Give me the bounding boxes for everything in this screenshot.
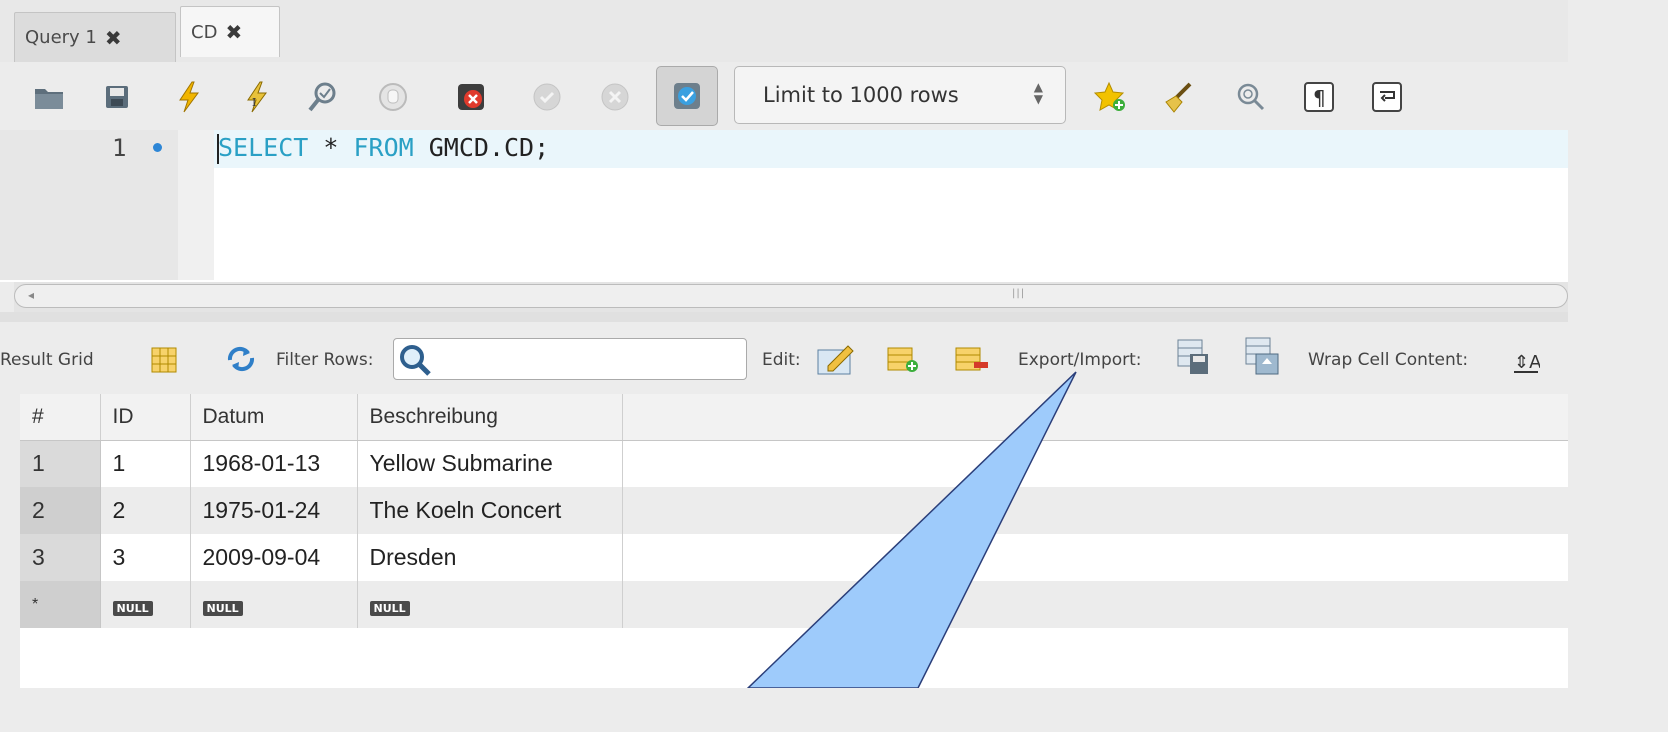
column-header-datum[interactable]: Datum [190, 394, 358, 441]
tab-cd[interactable]: CD ✖ [180, 6, 280, 57]
table-row[interactable]: 1 1 1968-01-13 Yellow Submarine [20, 440, 1568, 487]
row-filler [622, 534, 1568, 581]
export-import-label: Export/Import: [1018, 350, 1142, 370]
line-number: 1 [112, 134, 127, 162]
scrollbar-track[interactable] [14, 284, 1568, 308]
open-folder-icon[interactable] [32, 80, 66, 114]
null-badge: NULL [369, 601, 410, 616]
edit-cell-icon[interactable] [816, 338, 854, 375]
fold-margin [178, 130, 214, 280]
grid-header-row: # ID Datum Beschreibung [20, 394, 1568, 441]
sql-keyword: FROM [353, 133, 414, 162]
tab-label: Query 1 [25, 27, 97, 48]
filter-rows-input[interactable] [393, 338, 747, 380]
sql-table-ref: GMCD.CD; [413, 133, 550, 162]
text-caret [217, 134, 219, 164]
tab-query-1[interactable]: Query 1 ✖ [14, 12, 176, 62]
wrap-lines-icon[interactable] [1370, 80, 1404, 114]
cell-datum[interactable]: 1975-01-24 [190, 487, 358, 534]
insert-row-icon[interactable] [886, 346, 920, 380]
rollback-icon[interactable] [598, 80, 632, 114]
row-filler [622, 581, 1568, 628]
cell-id[interactable]: 3 [100, 534, 191, 581]
cell-id[interactable]: 1 [100, 440, 191, 487]
cell-id[interactable]: NULL [100, 581, 191, 628]
wrap-cell-content-label: Wrap Cell Content: [1308, 350, 1469, 370]
toggle-error-icon[interactable] [454, 80, 488, 114]
execute-icon[interactable] [172, 80, 206, 114]
new-row-marker[interactable]: * [20, 581, 101, 628]
close-icon[interactable]: ✖ [225, 20, 242, 44]
svg-text:I: I [252, 96, 256, 109]
result-grid-icon[interactable] [150, 346, 184, 380]
svg-text:⇕A: ⇕A [1514, 352, 1540, 373]
delete-row-icon[interactable] [954, 346, 988, 380]
save-icon[interactable] [100, 80, 134, 114]
wrap-cell-icon[interactable]: ⇕A [1512, 348, 1546, 382]
column-header-id[interactable]: ID [100, 394, 191, 441]
export-icon[interactable] [1176, 338, 1210, 374]
null-badge: NULL [112, 601, 153, 616]
table-row[interactable]: 3 3 2009-09-04 Dresden [20, 534, 1568, 581]
sql-star: * [308, 133, 354, 162]
spinner-arrows-icon: ▲ ▼ [1033, 80, 1043, 106]
table-row[interactable]: 2 2 1975-01-24 The Koeln Concert [20, 487, 1568, 534]
commit-icon[interactable] [530, 80, 564, 114]
search-icon [400, 345, 431, 376]
sql-statement[interactable]: SELECT * FROM GMCD.CD; [218, 133, 549, 162]
row-number[interactable]: 3 [20, 534, 101, 581]
import-icon[interactable] [1244, 336, 1279, 375]
column-header-rownum[interactable]: # [20, 394, 101, 441]
row-number[interactable]: 1 [20, 440, 101, 487]
invisible-chars-icon[interactable]: ¶ [1302, 80, 1336, 114]
tab-label: CD [191, 21, 218, 43]
autocommit-icon[interactable] [656, 66, 718, 126]
limit-rows-select[interactable]: Limit to 1000 rows ▲ ▼ [734, 66, 1066, 124]
sql-editor[interactable]: 1 SELECT * FROM GMCD.CD; [0, 130, 1568, 282]
cell-beschreibung[interactable]: Dresden [357, 534, 623, 581]
statement-marker-icon [153, 143, 162, 152]
stop-icon[interactable] [376, 80, 410, 114]
new-row[interactable]: * NULL NULL NULL [20, 581, 1568, 628]
add-snippet-icon[interactable] [1094, 80, 1128, 114]
find-icon[interactable] [1234, 80, 1268, 114]
cell-datum[interactable]: NULL [190, 581, 358, 628]
column-header-filler [622, 394, 1568, 441]
sql-keyword: SELECT [218, 133, 309, 162]
cell-beschreibung[interactable]: Yellow Submarine [357, 440, 623, 487]
cell-beschreibung[interactable]: The Koeln Concert [357, 487, 623, 534]
grid-empty-area [0, 630, 1568, 688]
beautify-icon[interactable] [1162, 80, 1196, 114]
refresh-icon[interactable] [224, 344, 258, 378]
result-toolbar: Result Grid Filter Rows: Edit: Export/Im… [0, 322, 1568, 394]
cell-datum[interactable]: 1968-01-13 [190, 440, 358, 487]
svg-text:¶: ¶ [1313, 86, 1326, 110]
row-filler [622, 440, 1568, 487]
null-badge: NULL [202, 601, 243, 616]
cell-datum[interactable]: 2009-09-04 [190, 534, 358, 581]
line-number-gutter [0, 130, 178, 280]
result-grid[interactable]: # ID Datum Beschreibung 1 1 1968-01-13 Y… [20, 394, 1568, 630]
execute-current-icon[interactable]: I [240, 80, 274, 114]
column-header-beschreibung[interactable]: Beschreibung [357, 394, 623, 441]
scroll-left-icon[interactable]: ◂ [28, 288, 34, 302]
limit-rows-value: Limit to 1000 rows [763, 83, 959, 107]
close-icon[interactable]: ✖ [105, 26, 122, 50]
row-filler [622, 487, 1568, 534]
cell-id[interactable]: 2 [100, 487, 191, 534]
scroll-grip-icon: ||| [1012, 288, 1026, 299]
cell-beschreibung[interactable]: NULL [357, 581, 623, 628]
filter-rows-label: Filter Rows: [276, 350, 374, 370]
result-grid-label: Result Grid [0, 350, 94, 370]
edit-label: Edit: [762, 350, 801, 370]
row-number[interactable]: 2 [20, 487, 101, 534]
horizontal-scrollbar[interactable]: ◂ ||| [14, 282, 1568, 312]
explain-icon[interactable] [306, 80, 340, 114]
tab-bar: Query 1 ✖ CD ✖ [0, 0, 1568, 63]
